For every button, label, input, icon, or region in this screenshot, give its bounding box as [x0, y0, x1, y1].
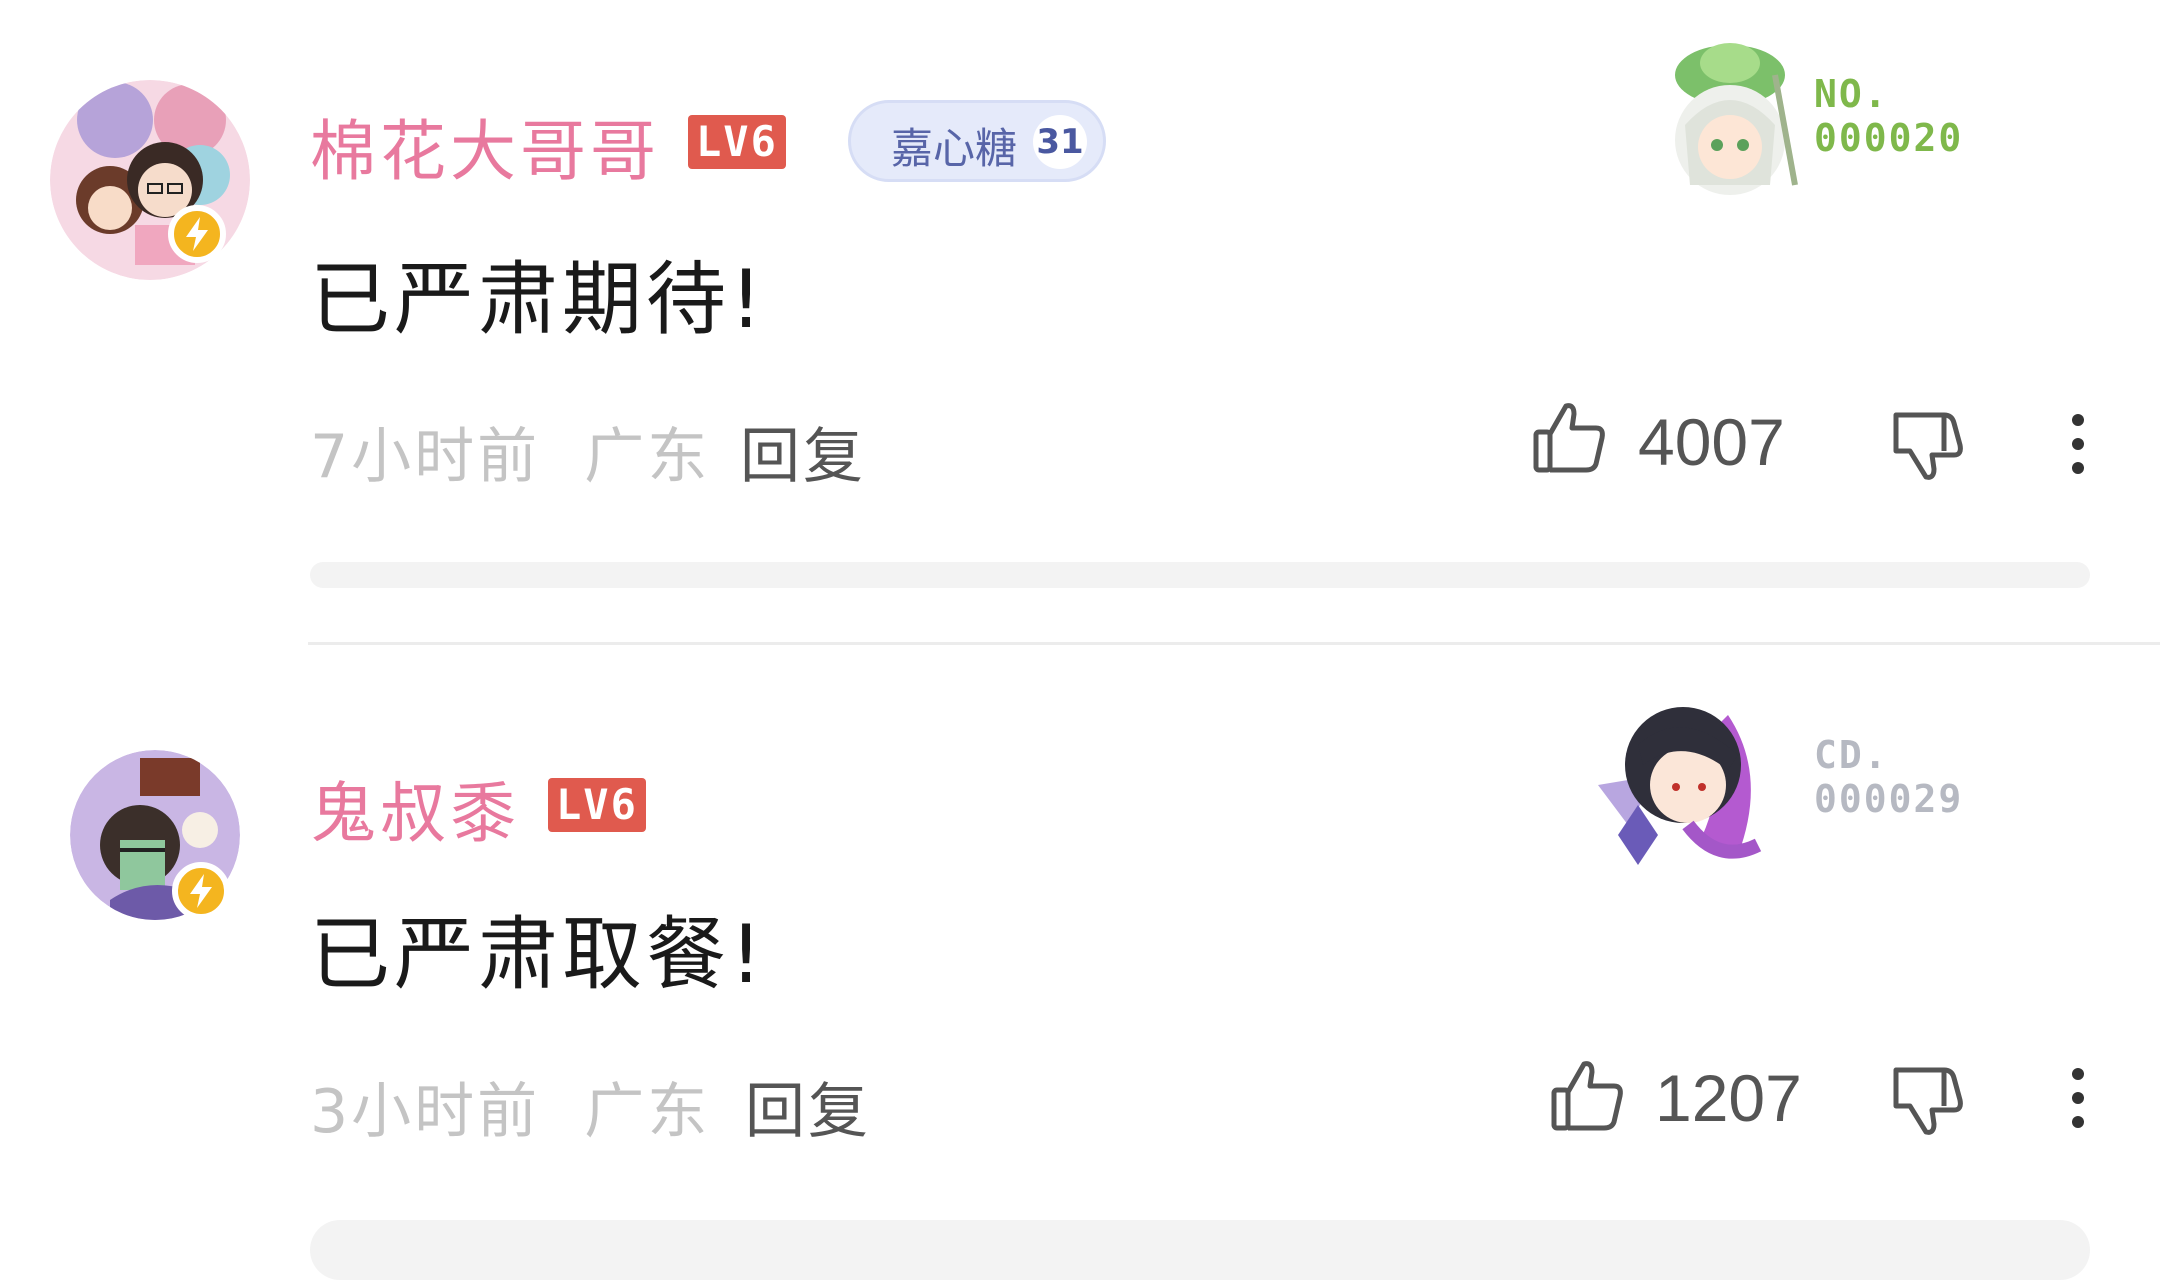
like-count: 1207 [1655, 1061, 1802, 1135]
reply-button[interactable]: 回复 [740, 408, 866, 495]
comment-meta: 3小时前 广东 [310, 1063, 710, 1150]
decoration-number: CD. 000029 [1814, 733, 1964, 821]
username[interactable]: 棉花大哥哥 [310, 98, 660, 194]
comment-location: 广东 [584, 422, 711, 492]
comment-time: 3小时前 [310, 1077, 541, 1147]
comment-text: 已严肃期待! [310, 253, 767, 346]
thumbs-down-icon[interactable] [1888, 405, 1968, 485]
reply-preview-bar[interactable] [310, 562, 2090, 588]
thumbs-down-icon[interactable] [1888, 1060, 1968, 1140]
more-vertical-icon[interactable] [2068, 410, 2088, 480]
decoration-card-image[interactable] [1578, 675, 1778, 875]
fan-badge[interactable]: 嘉心糖 31 [848, 100, 1106, 182]
comment-location: 广东 [584, 1077, 711, 1147]
comment-text: 已严肃取餐! [310, 908, 767, 1001]
more-vertical-icon[interactable] [2068, 1064, 2088, 1134]
level-badge: LV6 [688, 115, 786, 169]
like-count: 4007 [1638, 405, 1785, 479]
fan-badge-name: 嘉心糖 [891, 124, 1018, 173]
comment-meta: 7小时前 广东 [310, 408, 710, 495]
reply-button[interactable]: 回复 [745, 1063, 871, 1150]
decoration-number: NO. 000020 [1814, 72, 1964, 160]
lightning-icon [172, 862, 230, 920]
comment-item: 棉花大哥哥 LV6 嘉心糖 31 NO. 000020 已严肃期待! 7小时前 … [0, 0, 2160, 645]
lightning-icon [168, 205, 226, 263]
comment-time: 7小时前 [310, 422, 541, 492]
thumbs-up-icon[interactable] [1530, 398, 1610, 478]
level-badge: LV6 [548, 778, 646, 832]
fan-badge-level: 31 [1033, 115, 1087, 169]
reply-preview-bar[interactable] [310, 1220, 2090, 1280]
thumbs-up-icon[interactable] [1548, 1056, 1628, 1136]
username[interactable]: 鬼叔黍 [310, 760, 520, 856]
comment-item: 鬼叔黍 LV6 CD. 000029 已严肃取餐! 3小时前 广东 回复 120… [0, 640, 2160, 1280]
